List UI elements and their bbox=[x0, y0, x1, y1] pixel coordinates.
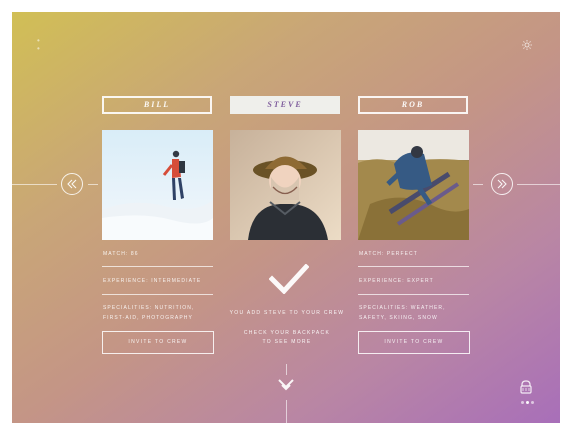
page-indicator-dot bbox=[531, 401, 534, 404]
left-nav-line bbox=[12, 184, 57, 185]
rob-experience: EXPERIENCE: EXPERT bbox=[359, 278, 434, 284]
steve-photo bbox=[230, 130, 341, 240]
crew-card-rob-tab[interactable]: ROB bbox=[358, 96, 468, 114]
crew-card-steve-tab[interactable]: STEVE bbox=[230, 96, 340, 114]
double-chevron-right-icon[interactable] bbox=[491, 173, 513, 195]
rob-divider-1 bbox=[358, 266, 469, 267]
page-indicator-dot bbox=[521, 401, 524, 404]
bill-photo bbox=[102, 130, 213, 240]
bill-invite-button[interactable]: INVITE TO CREW bbox=[102, 331, 214, 354]
bill-specialities-line-2: FIRST-AID, PHOTOGRAPHY bbox=[103, 315, 193, 321]
check-icon bbox=[269, 264, 309, 294]
backpack-message-line-2: TO SEE MORE bbox=[262, 339, 312, 345]
bottom-nav-line-top bbox=[286, 364, 287, 375]
bill-experience: EXPERIENCE: INTERMEDIATE bbox=[103, 278, 202, 284]
bill-match: MATCH: 86 bbox=[103, 251, 139, 257]
crew-card-bill-tab[interactable]: BILL bbox=[102, 96, 212, 114]
bill-divider-1 bbox=[102, 266, 213, 267]
double-chevron-left-icon[interactable] bbox=[61, 173, 83, 195]
rob-specialities-line-1: SPECIALITIES: WEATHER, bbox=[359, 305, 446, 311]
dots-icon: • • bbox=[37, 36, 40, 53]
right-nav-line-short bbox=[473, 184, 483, 185]
rob-match: MATCH: PERFECT bbox=[359, 251, 418, 257]
rob-invite-button[interactable]: INVITE TO CREW bbox=[358, 331, 470, 354]
crew-added-message: YOU ADD STEVE TO YOUR CREW bbox=[229, 310, 345, 316]
crew-selection-panel: • • BILL STEVE ROB MATCH: 86 EXPERIENCE:… bbox=[12, 12, 560, 423]
page-indicator-dot bbox=[526, 401, 529, 404]
gear-icon[interactable] bbox=[521, 39, 533, 51]
right-nav-line bbox=[517, 184, 560, 185]
left-nav-line-short bbox=[88, 184, 98, 185]
bottom-nav-line-bottom bbox=[286, 400, 287, 423]
rob-specialities-line-2: SAFETY, SKIING, SNOW bbox=[359, 315, 438, 321]
rob-divider-2 bbox=[358, 294, 469, 295]
double-chevron-down-icon[interactable] bbox=[277, 377, 295, 395]
lock-icon[interactable] bbox=[519, 379, 533, 395]
bill-specialities-line-1: SPECIALITIES: NUTRITION, bbox=[103, 305, 195, 311]
backpack-message-line-1: CHECK YOUR BACKPACK bbox=[243, 330, 331, 336]
bill-divider-2 bbox=[102, 294, 213, 295]
rob-photo bbox=[358, 130, 469, 240]
